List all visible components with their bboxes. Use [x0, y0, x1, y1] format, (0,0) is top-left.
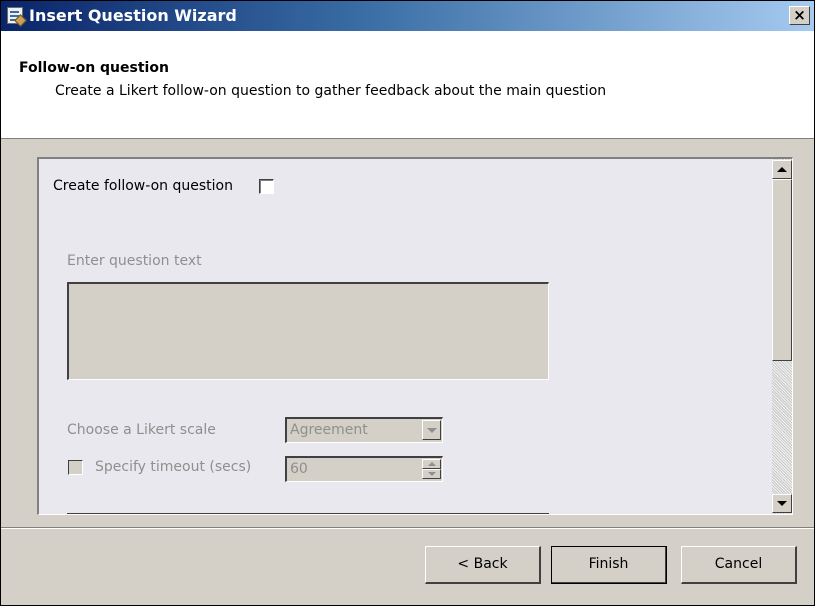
question-text-field[interactable] — [67, 282, 549, 380]
page-subtitle: Create a Likert follow-on question to ga… — [55, 83, 607, 99]
spin-up-icon[interactable] — [422, 459, 441, 469]
likert-scale-value: Agreement — [290, 422, 368, 438]
back-button[interactable]: < Back — [425, 546, 541, 584]
next-field-partial — [67, 513, 549, 514]
likert-scale-select[interactable]: Agreement — [285, 417, 443, 443]
cancel-button[interactable]: Cancel — [681, 546, 797, 584]
page-title: Follow-on question — [19, 60, 169, 76]
wizard-app-icon — [7, 7, 23, 24]
vertical-scrollbar[interactable] — [772, 159, 792, 514]
create-followon-checkbox[interactable] — [259, 179, 274, 194]
specify-timeout-label: Specify timeout (secs) — [95, 459, 252, 475]
wizard-header: Follow-on question Create a Likert follo… — [1, 31, 814, 139]
question-text-label: Enter question text — [67, 253, 202, 269]
timeout-value: 60 — [290, 461, 308, 477]
finish-button[interactable]: Finish — [551, 546, 667, 584]
scroll-down-arrow-icon[interactable] — [772, 494, 792, 513]
create-followon-label: Create follow-on question — [53, 178, 233, 194]
window-title: Insert Question Wizard — [29, 6, 237, 25]
timeout-stepper[interactable]: 60 — [285, 456, 443, 482]
likert-scale-label: Choose a Likert scale — [67, 422, 216, 438]
close-icon: × — [793, 6, 806, 24]
chevron-down-icon[interactable] — [422, 420, 441, 440]
followon-panel: Create follow-on question Enter question… — [37, 157, 793, 515]
close-button[interactable]: × — [789, 6, 810, 25]
specify-timeout-checkbox[interactable] — [68, 460, 83, 475]
spin-down-icon[interactable] — [422, 469, 441, 479]
wizard-window: Insert Question Wizard × Follow-on quest… — [0, 0, 815, 606]
title-bar[interactable]: Insert Question Wizard × — [1, 1, 814, 31]
scroll-up-arrow-icon[interactable] — [772, 160, 792, 179]
footer-divider-highlight — [1, 528, 814, 529]
scroll-thumb[interactable] — [772, 179, 792, 361]
